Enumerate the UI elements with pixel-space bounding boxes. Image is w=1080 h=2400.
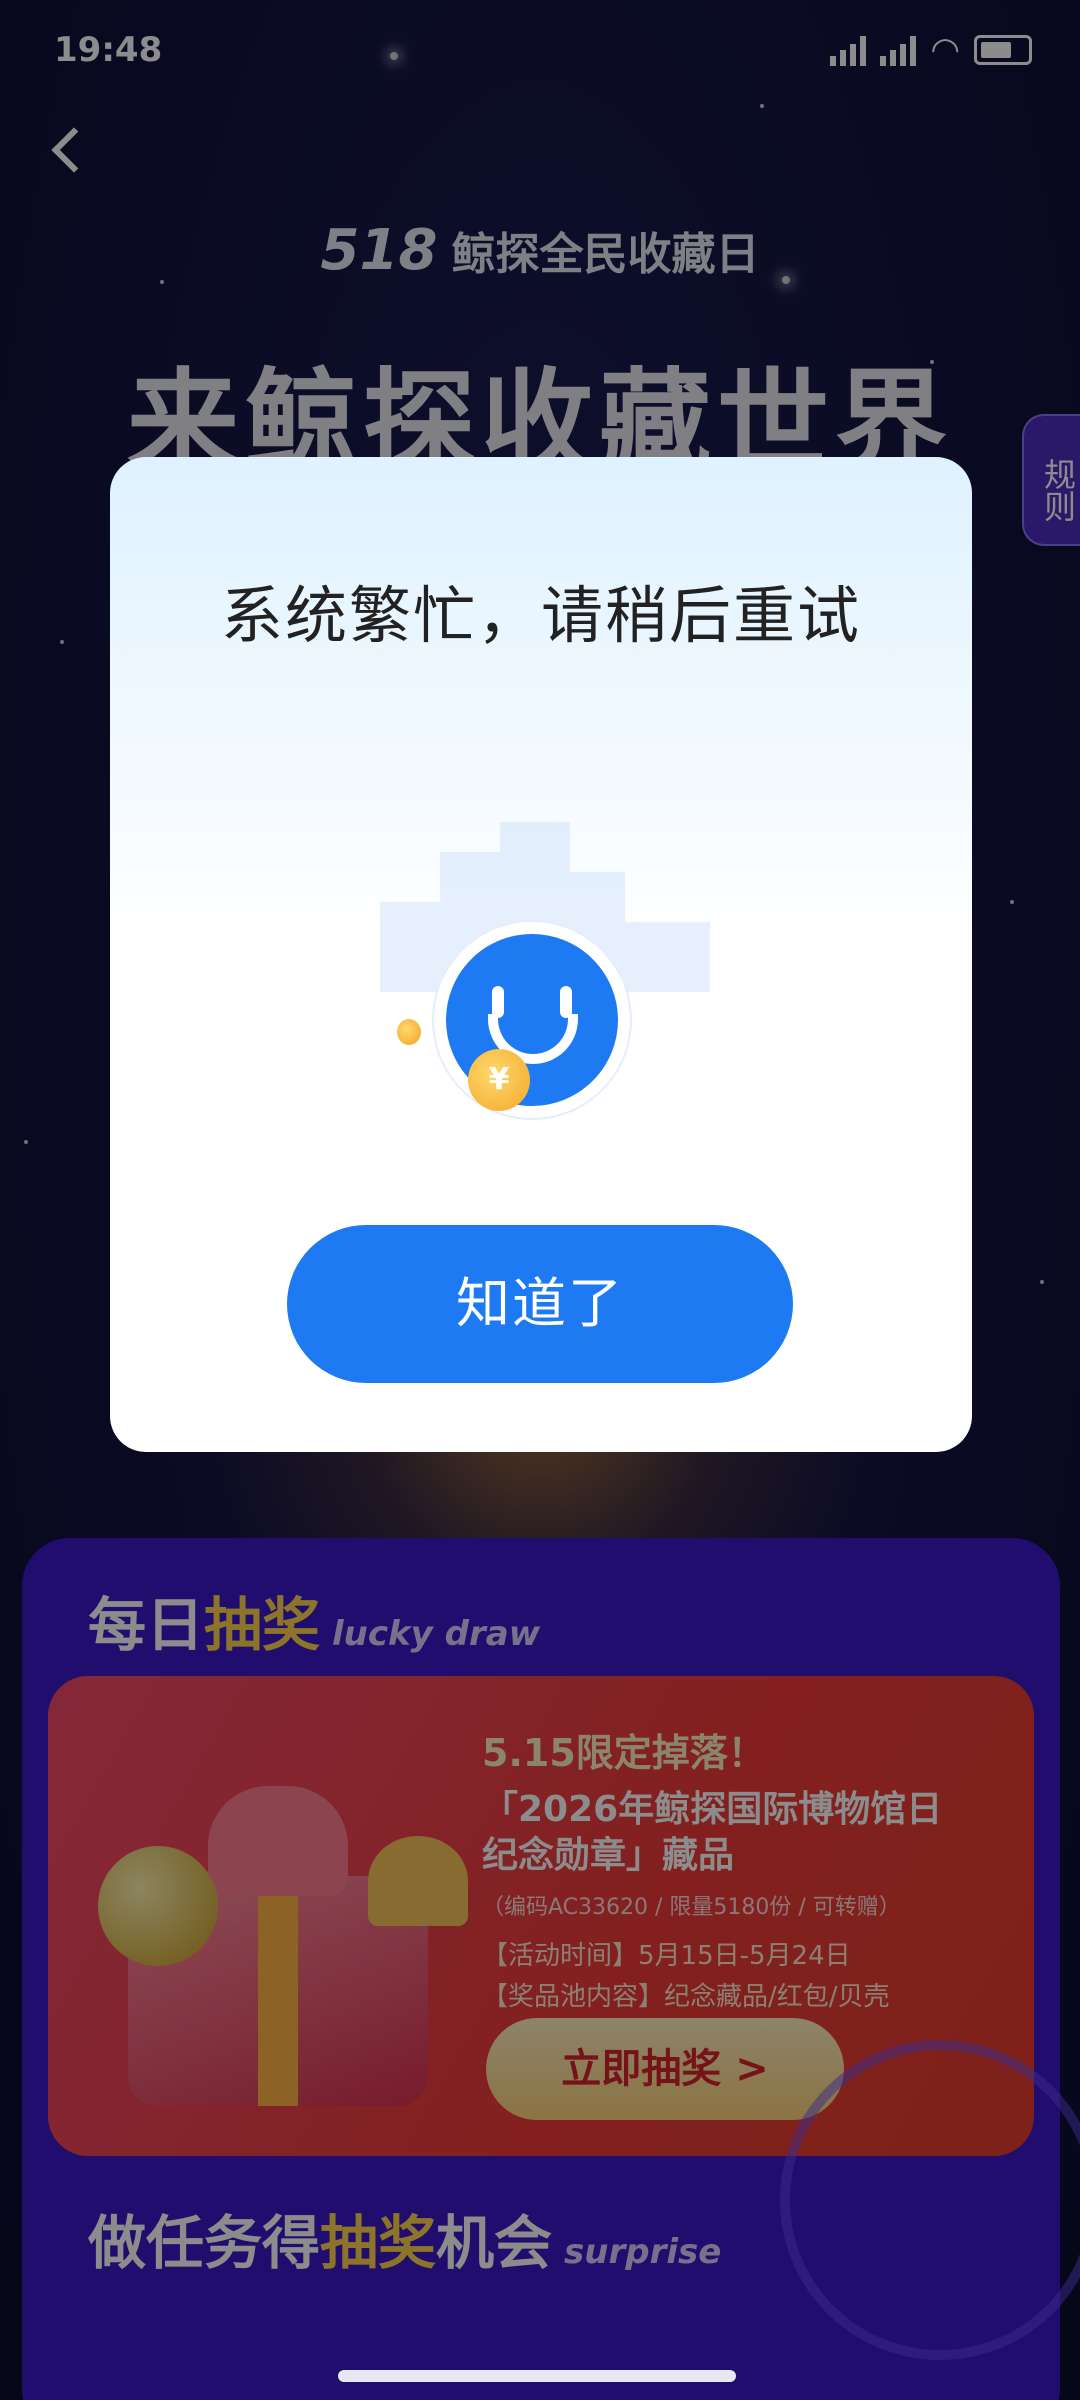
smile-face-icon bbox=[434, 922, 630, 1118]
error-dialog: 系统繁忙，请稍后重试 ¥ 知道了 bbox=[110, 457, 972, 1452]
busy-illustration bbox=[370, 802, 730, 1132]
home-indicator[interactable] bbox=[338, 2370, 736, 2382]
got-it-button[interactable]: 知道了 bbox=[287, 1225, 793, 1383]
coin-icon bbox=[397, 1019, 421, 1045]
dialog-title: 系统繁忙，请稍后重试 bbox=[220, 579, 861, 652]
yuan-coin-icon: ¥ bbox=[468, 1049, 530, 1111]
